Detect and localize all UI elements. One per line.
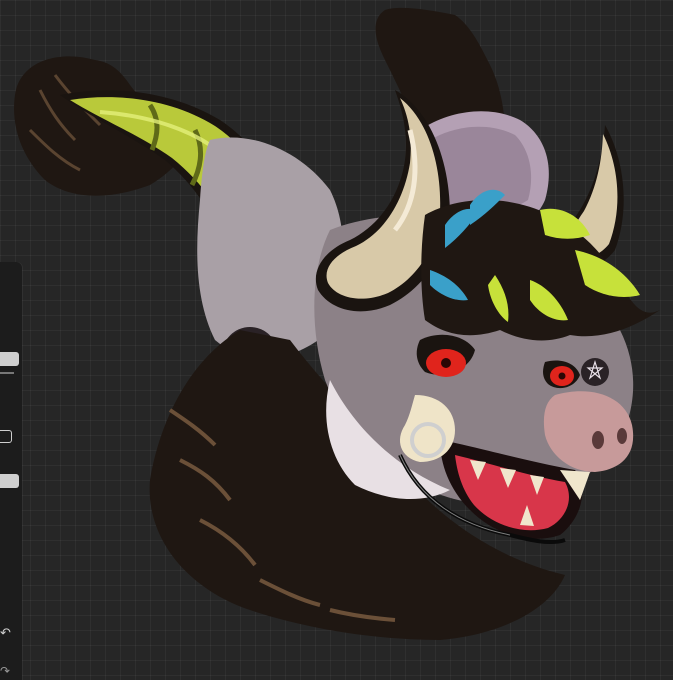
artwork-illustration [14, 7, 660, 640]
undo-icon: ↶ [0, 626, 11, 641]
undo-button[interactable]: ↶ [0, 626, 14, 642]
side-toolbar: ↶ ↷ [0, 262, 22, 680]
opacity-slider[interactable] [0, 474, 19, 488]
slider-track [0, 372, 14, 374]
redo-icon: ↷ [0, 664, 11, 678]
modify-button[interactable] [0, 430, 12, 443]
hair [421, 189, 660, 341]
brush-size-slider[interactable] [0, 352, 19, 366]
redo-button[interactable]: ↷ [0, 664, 14, 678]
drawing-canvas[interactable] [0, 0, 673, 680]
